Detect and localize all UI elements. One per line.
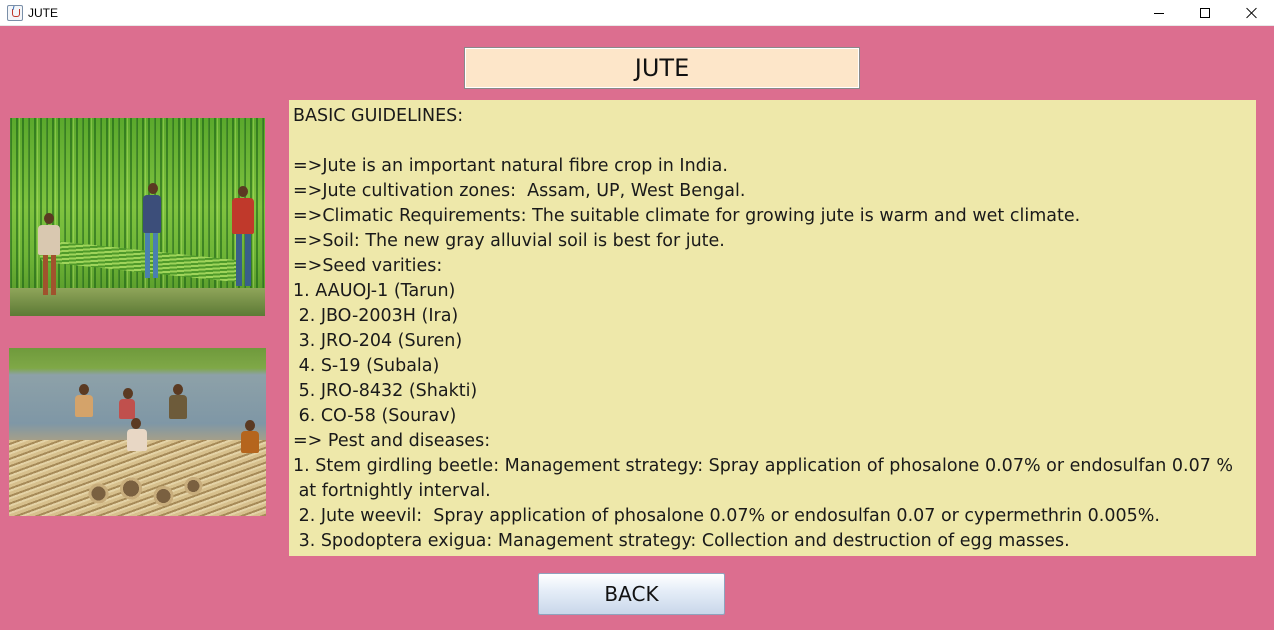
guideline-line: 4. S-19 (Subala)	[293, 356, 440, 376]
jute-field-harvest-photo	[10, 118, 265, 316]
page-title: JUTE	[464, 47, 860, 89]
guideline-line: => Pest and diseases:	[293, 431, 491, 451]
maximize-icon	[1200, 8, 1210, 18]
guideline-line: 1. Stem girdling beetle: Management stra…	[293, 456, 1234, 476]
guideline-line: 2. JBO-2003H (Ira)	[293, 306, 459, 326]
guideline-line: =>Climatic Requirements: The suitable cl…	[293, 206, 1081, 226]
guideline-line: 2. Jute weevil: Spray application of pho…	[293, 506, 1160, 526]
close-button[interactable]	[1228, 0, 1274, 26]
guidelines-text-area[interactable]: BASIC GUIDELINES: =>Jute is an important …	[289, 100, 1256, 556]
window-titlebar: JUTE	[0, 0, 1274, 26]
guideline-line: at fortnightly interval.	[293, 481, 491, 501]
guideline-line: =>Jute cultivation zones: Assam, UP, Wes…	[293, 181, 746, 201]
guideline-line	[293, 129, 1252, 154]
jute-fibre-coils	[79, 466, 209, 516]
window-controls	[1136, 0, 1274, 26]
close-icon	[1245, 7, 1257, 19]
window-title: JUTE	[28, 5, 58, 20]
jute-stalks-bundle	[39, 239, 241, 283]
back-button[interactable]: BACK	[538, 573, 725, 615]
guideline-line: =>Jute is an important natural fibre cro…	[293, 156, 728, 176]
java-app-icon	[7, 4, 23, 21]
minimize-button[interactable]	[1136, 0, 1182, 26]
minimize-icon	[1154, 12, 1164, 14]
guideline-line: 6. CO-58 (Sourav)	[293, 406, 457, 426]
field-water	[10, 288, 265, 316]
guideline-line: 3. Spodoptera exigua: Management strateg…	[293, 531, 1070, 551]
guideline-line: =>Soil: The new gray alluvial soil is be…	[293, 231, 725, 251]
guideline-line: 5. JRO-8432 (Shakti)	[293, 381, 478, 401]
guideline-line: 3. JRO-204 (Suren)	[293, 331, 463, 351]
guideline-line: 1. AAUOJ-1 (Tarun)	[293, 281, 456, 301]
guideline-line: =>Seed varities:	[293, 256, 443, 276]
maximize-button[interactable]	[1182, 0, 1228, 26]
guideline-line: BASIC GUIDELINES:	[293, 106, 464, 126]
jute-retting-water-photo	[9, 348, 266, 516]
